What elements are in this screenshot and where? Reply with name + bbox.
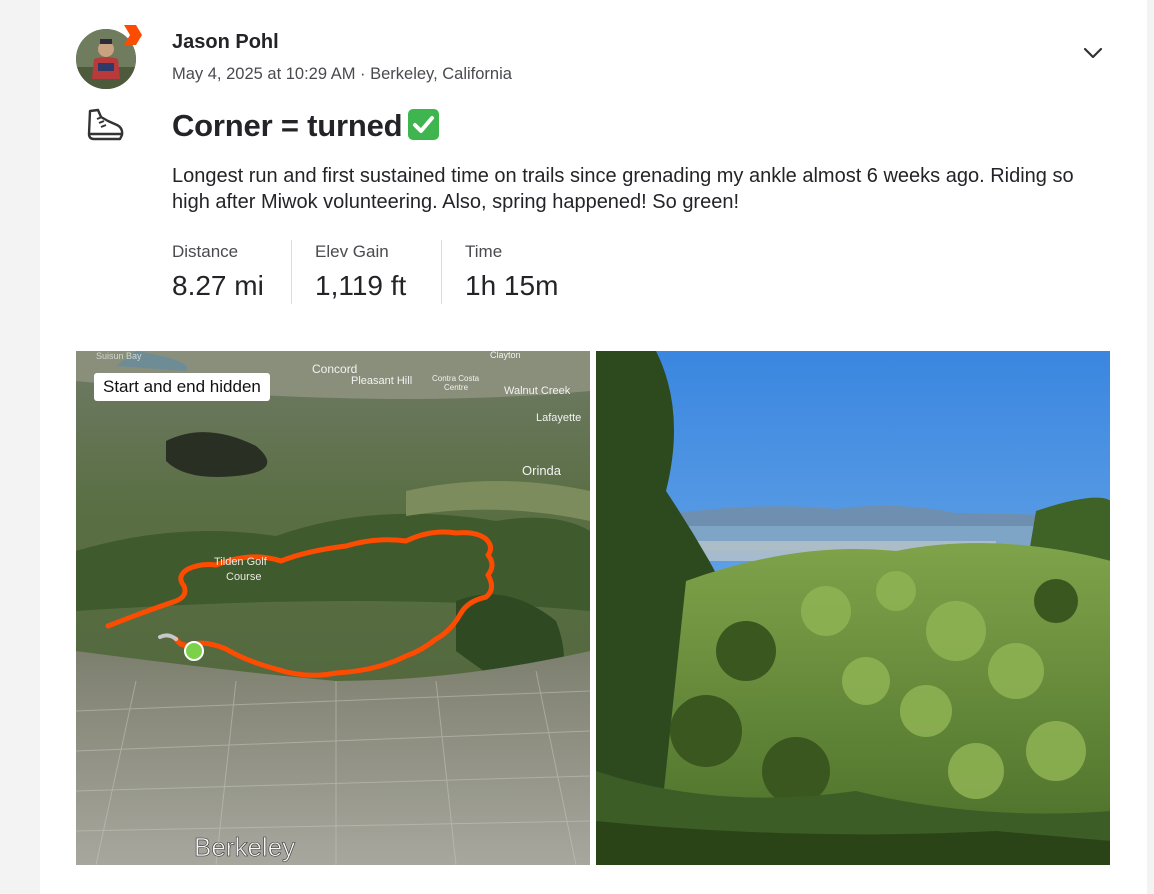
map-label-centre: Centre [444,383,469,392]
stat-elev-gain: Elev Gain 1,119 ft [315,242,406,302]
map-label-pleasant-hill: Pleasant Hill [351,375,412,387]
map-label-walnut-creek: Walnut Creek [504,385,571,397]
activity-card: Jason Pohl May 4, 2025 at 10:29 AM · Ber… [40,0,1147,894]
map-label-berkeley: Berkeley [194,832,295,862]
map-label-tilden: Tilden Golf [214,556,268,568]
map-label-lafayette: Lafayette [536,412,581,424]
stat-label: Time [465,242,503,261]
activity-title[interactable]: Corner = turned [172,108,440,144]
stat-value: 8.27 mi [172,270,264,301]
stat-divider [291,240,292,304]
strava-badge-icon [124,25,142,45]
running-shoe-icon [87,108,124,141]
privacy-label: Start and end hidden [94,373,270,401]
map-label-clayton: Clayton [490,351,521,360]
activity-description: Longest run and first sustained time on … [172,165,1074,213]
stat-distance: Distance 8.27 mi [172,242,264,302]
map-label-contra-costa: Contra Costa [432,374,480,383]
activity-photo[interactable] [596,351,1110,865]
stat-value: 1,119 ft [315,270,407,301]
stat-label: Distance [172,242,239,261]
map-label-concord: Concord [312,362,357,376]
map-label-orinda: Orinda [522,463,562,478]
map-label-course: Course [226,571,261,583]
chevron-down-icon[interactable] [1080,40,1106,66]
stat-label: Elev Gain [315,242,389,261]
stat-time: Time 1h 15m [465,242,558,302]
author-name[interactable]: Jason Pohl [172,31,279,54]
stat-value: 1h 15m [465,270,559,301]
route-map[interactable]: Suisun Bay Clayton Concord Pleasant Hill… [76,351,590,865]
activity-meta: May 4, 2025 at 10:29 AM · Berkeley, Cali… [172,65,512,83]
check-mark-icon [408,109,440,140]
map-label-suisun-bay: Suisun Bay [96,351,142,361]
stat-divider [441,240,442,304]
